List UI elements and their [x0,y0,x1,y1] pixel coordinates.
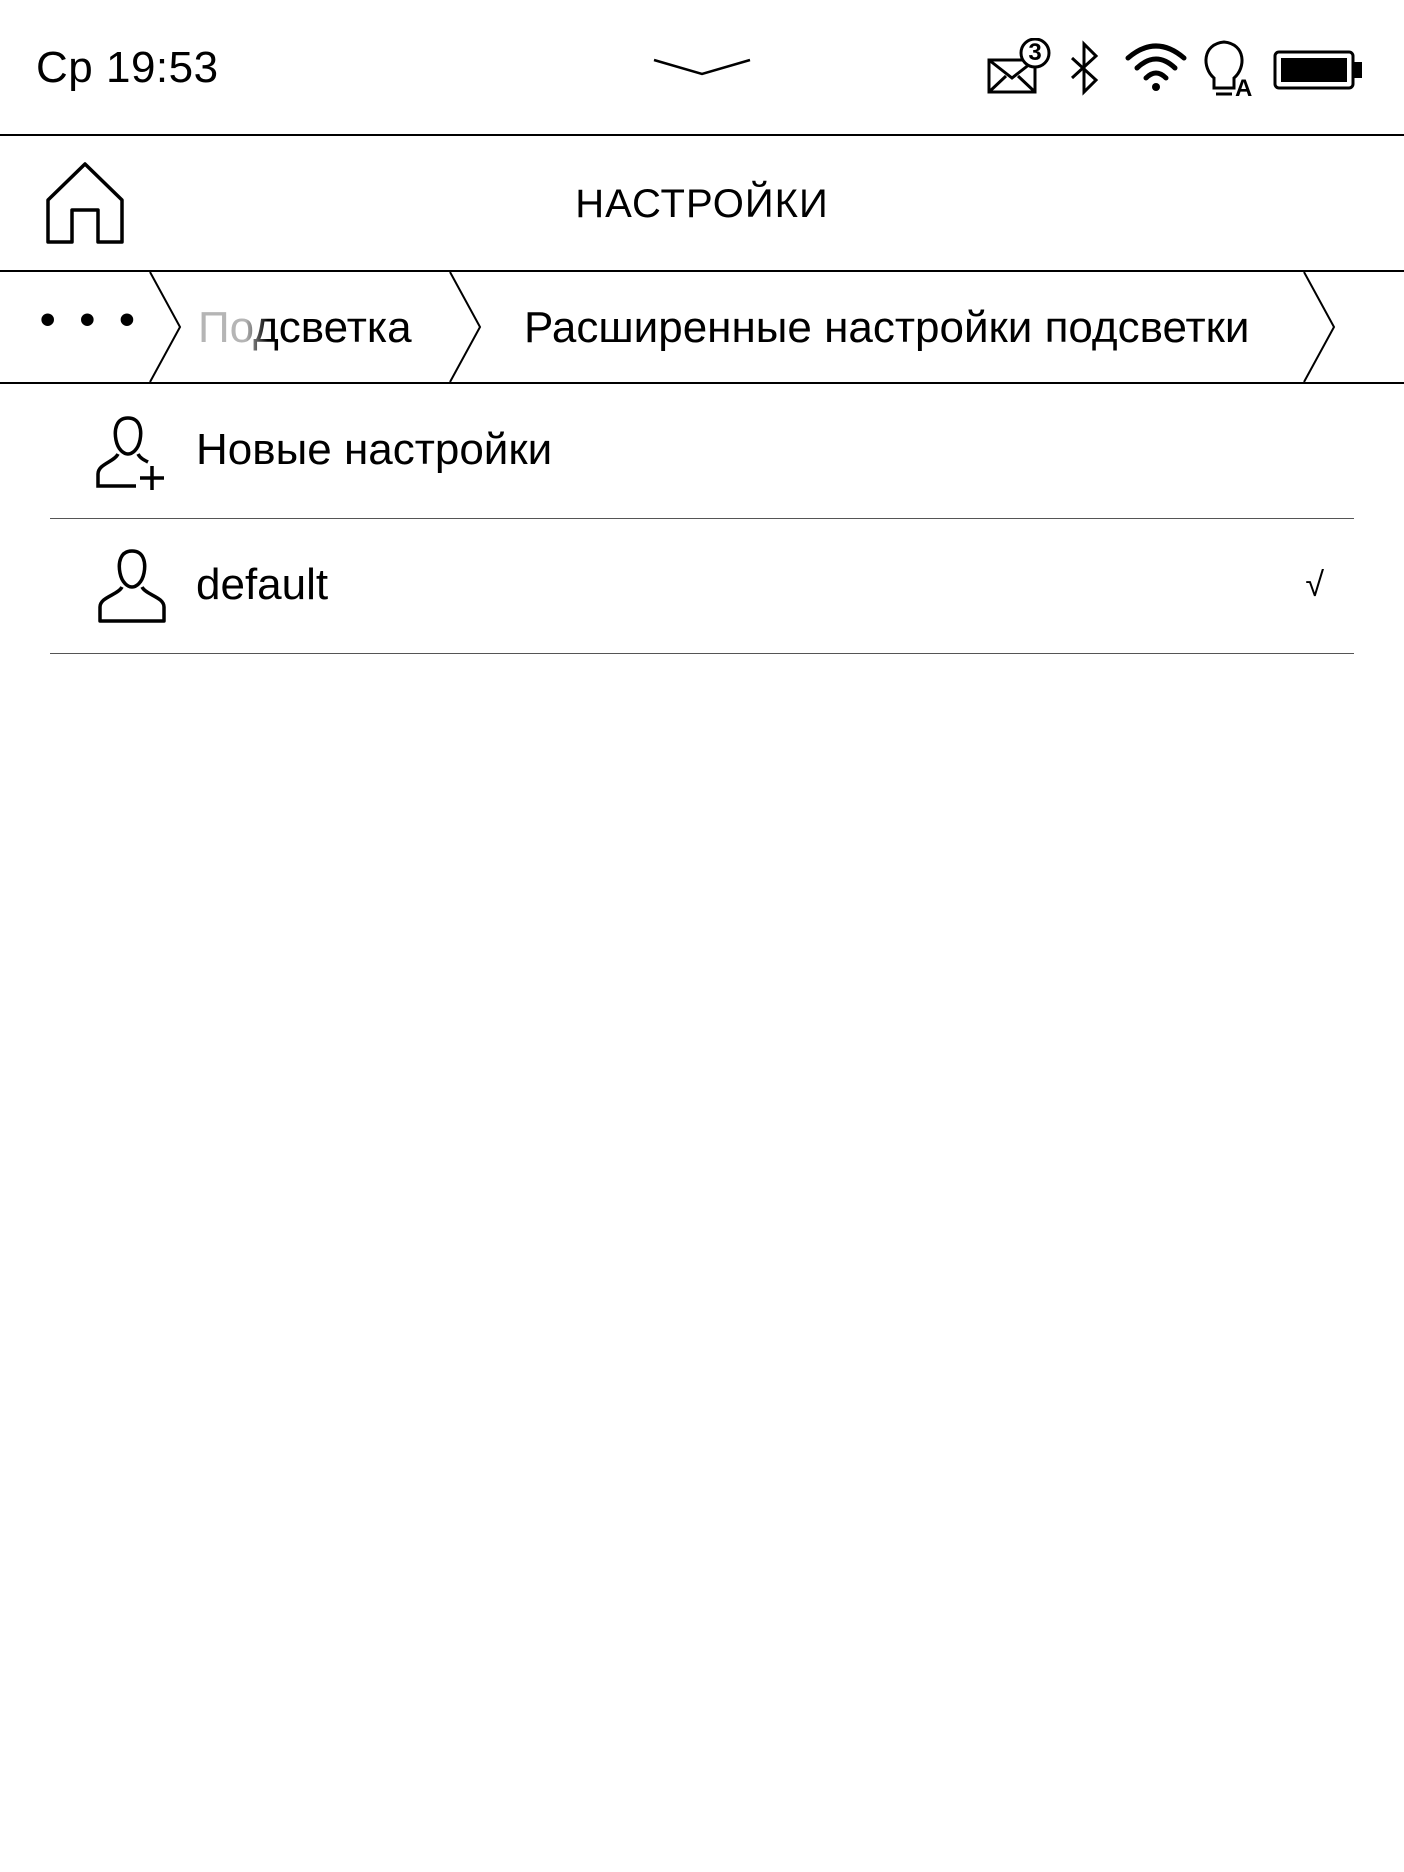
status-bar: Ср 19:53 3 A [0,0,1404,136]
auto-light-letter: A [1235,75,1253,102]
battery-icon [1273,50,1362,90]
wifi-icon [1125,43,1187,91]
user-icon [98,549,166,623]
notification-badge-count: 3 [1028,39,1042,66]
breadcrumb-item-advanced-backlight: Расширенные настройки подсветки [524,303,1250,352]
breadcrumb-item-backlight[interactable]: Подсветка [198,302,412,354]
list-item-label: default [196,560,329,609]
header: НАСТРОЙКИ [0,136,1404,272]
add-user-icon [96,416,164,490]
page-title: НАСТРОЙКИ [575,182,829,226]
pull-down-chevron-icon[interactable] [652,52,752,82]
breadcrumb-more[interactable]: • • • [40,294,141,346]
breadcrumb: • • • Подсветка Расширенные настройки по… [0,272,1404,384]
list-item-default[interactable]: default √ [50,519,1354,654]
list-item-label: Новые настройки [196,425,553,474]
bluetooth-icon [1070,40,1099,96]
profile-list: Новые настройки default √ [0,384,1404,654]
list-item-new-settings[interactable]: Новые настройки [50,384,1354,519]
status-clock: Ср 19:53 [36,43,219,92]
selected-check: √ [1305,566,1324,604]
